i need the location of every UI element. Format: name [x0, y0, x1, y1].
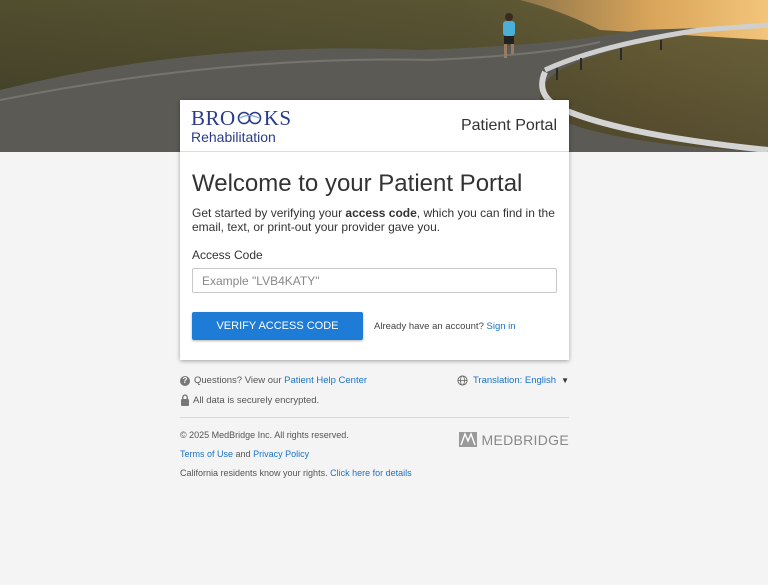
signin-prompt: Already have an account? Sign in — [374, 320, 516, 332]
signin-link[interactable]: Sign in — [487, 321, 516, 332]
logo-text-end: KS — [263, 105, 292, 130]
verify-row: VERIFY ACCESS CODE Already have an accou… — [192, 312, 557, 340]
medbridge-logo: MEDBRIDGE — [458, 432, 570, 448]
privacy-policy-link[interactable]: Privacy Policy — [253, 449, 309, 459]
terms-of-use-link[interactable]: Terms of Use — [180, 449, 233, 459]
translation-label: Translation: English — [472, 375, 557, 386]
brooks-logo: BRO KS Rehabilitation — [191, 105, 292, 145]
legal-links: Terms of Use and Privacy Policy — [180, 449, 310, 459]
california-details-link[interactable]: Click here for details — [330, 468, 412, 478]
copyright-text: © 2025 MedBridge Inc. All rights reserve… — [180, 430, 349, 440]
login-card: BRO KS Rehabilitation Patient Portal Wel… — [180, 100, 569, 360]
footer: © 2025 MedBridge Inc. All rights reserve… — [180, 430, 569, 478]
card-header: BRO KS Rehabilitation Patient Portal — [180, 100, 569, 152]
help-line: ? Questions? View our Patient Help Cente… — [180, 375, 367, 386]
divider — [180, 417, 569, 418]
access-code-label: Access Code — [192, 248, 263, 262]
lock-icon — [181, 394, 189, 406]
logo-rings-icon — [237, 111, 263, 125]
access-code-input[interactable] — [192, 268, 557, 293]
card-body: Welcome to your Patient Portal Get start… — [180, 152, 569, 340]
question-icon: ? — [180, 375, 190, 386]
translation-selector[interactable]: Translation: English ▼ — [457, 375, 569, 386]
logo-text-start: BRO — [191, 105, 236, 130]
below-card-section: ? Questions? View our Patient Help Cente… — [180, 375, 569, 487]
california-notice: California residents know your rights. C… — [180, 468, 412, 478]
caret-down-icon: ▼ — [561, 376, 569, 385]
intro-bold: access code — [345, 206, 417, 220]
verify-access-code-button[interactable]: VERIFY ACCESS CODE — [192, 312, 363, 340]
medbridge-logo-icon — [458, 432, 477, 447]
portal-title: Patient Portal — [460, 116, 557, 134]
page-title: Welcome to your Patient Portal — [192, 170, 523, 197]
intro-text: Get started by verifying your access cod… — [192, 206, 555, 234]
secure-note: All data is securely encrypted. — [180, 394, 569, 406]
logo-subtitle: Rehabilitation — [191, 128, 276, 145]
patient-help-center-link[interactable]: Patient Help Center — [284, 375, 367, 386]
globe-icon — [457, 375, 468, 386]
